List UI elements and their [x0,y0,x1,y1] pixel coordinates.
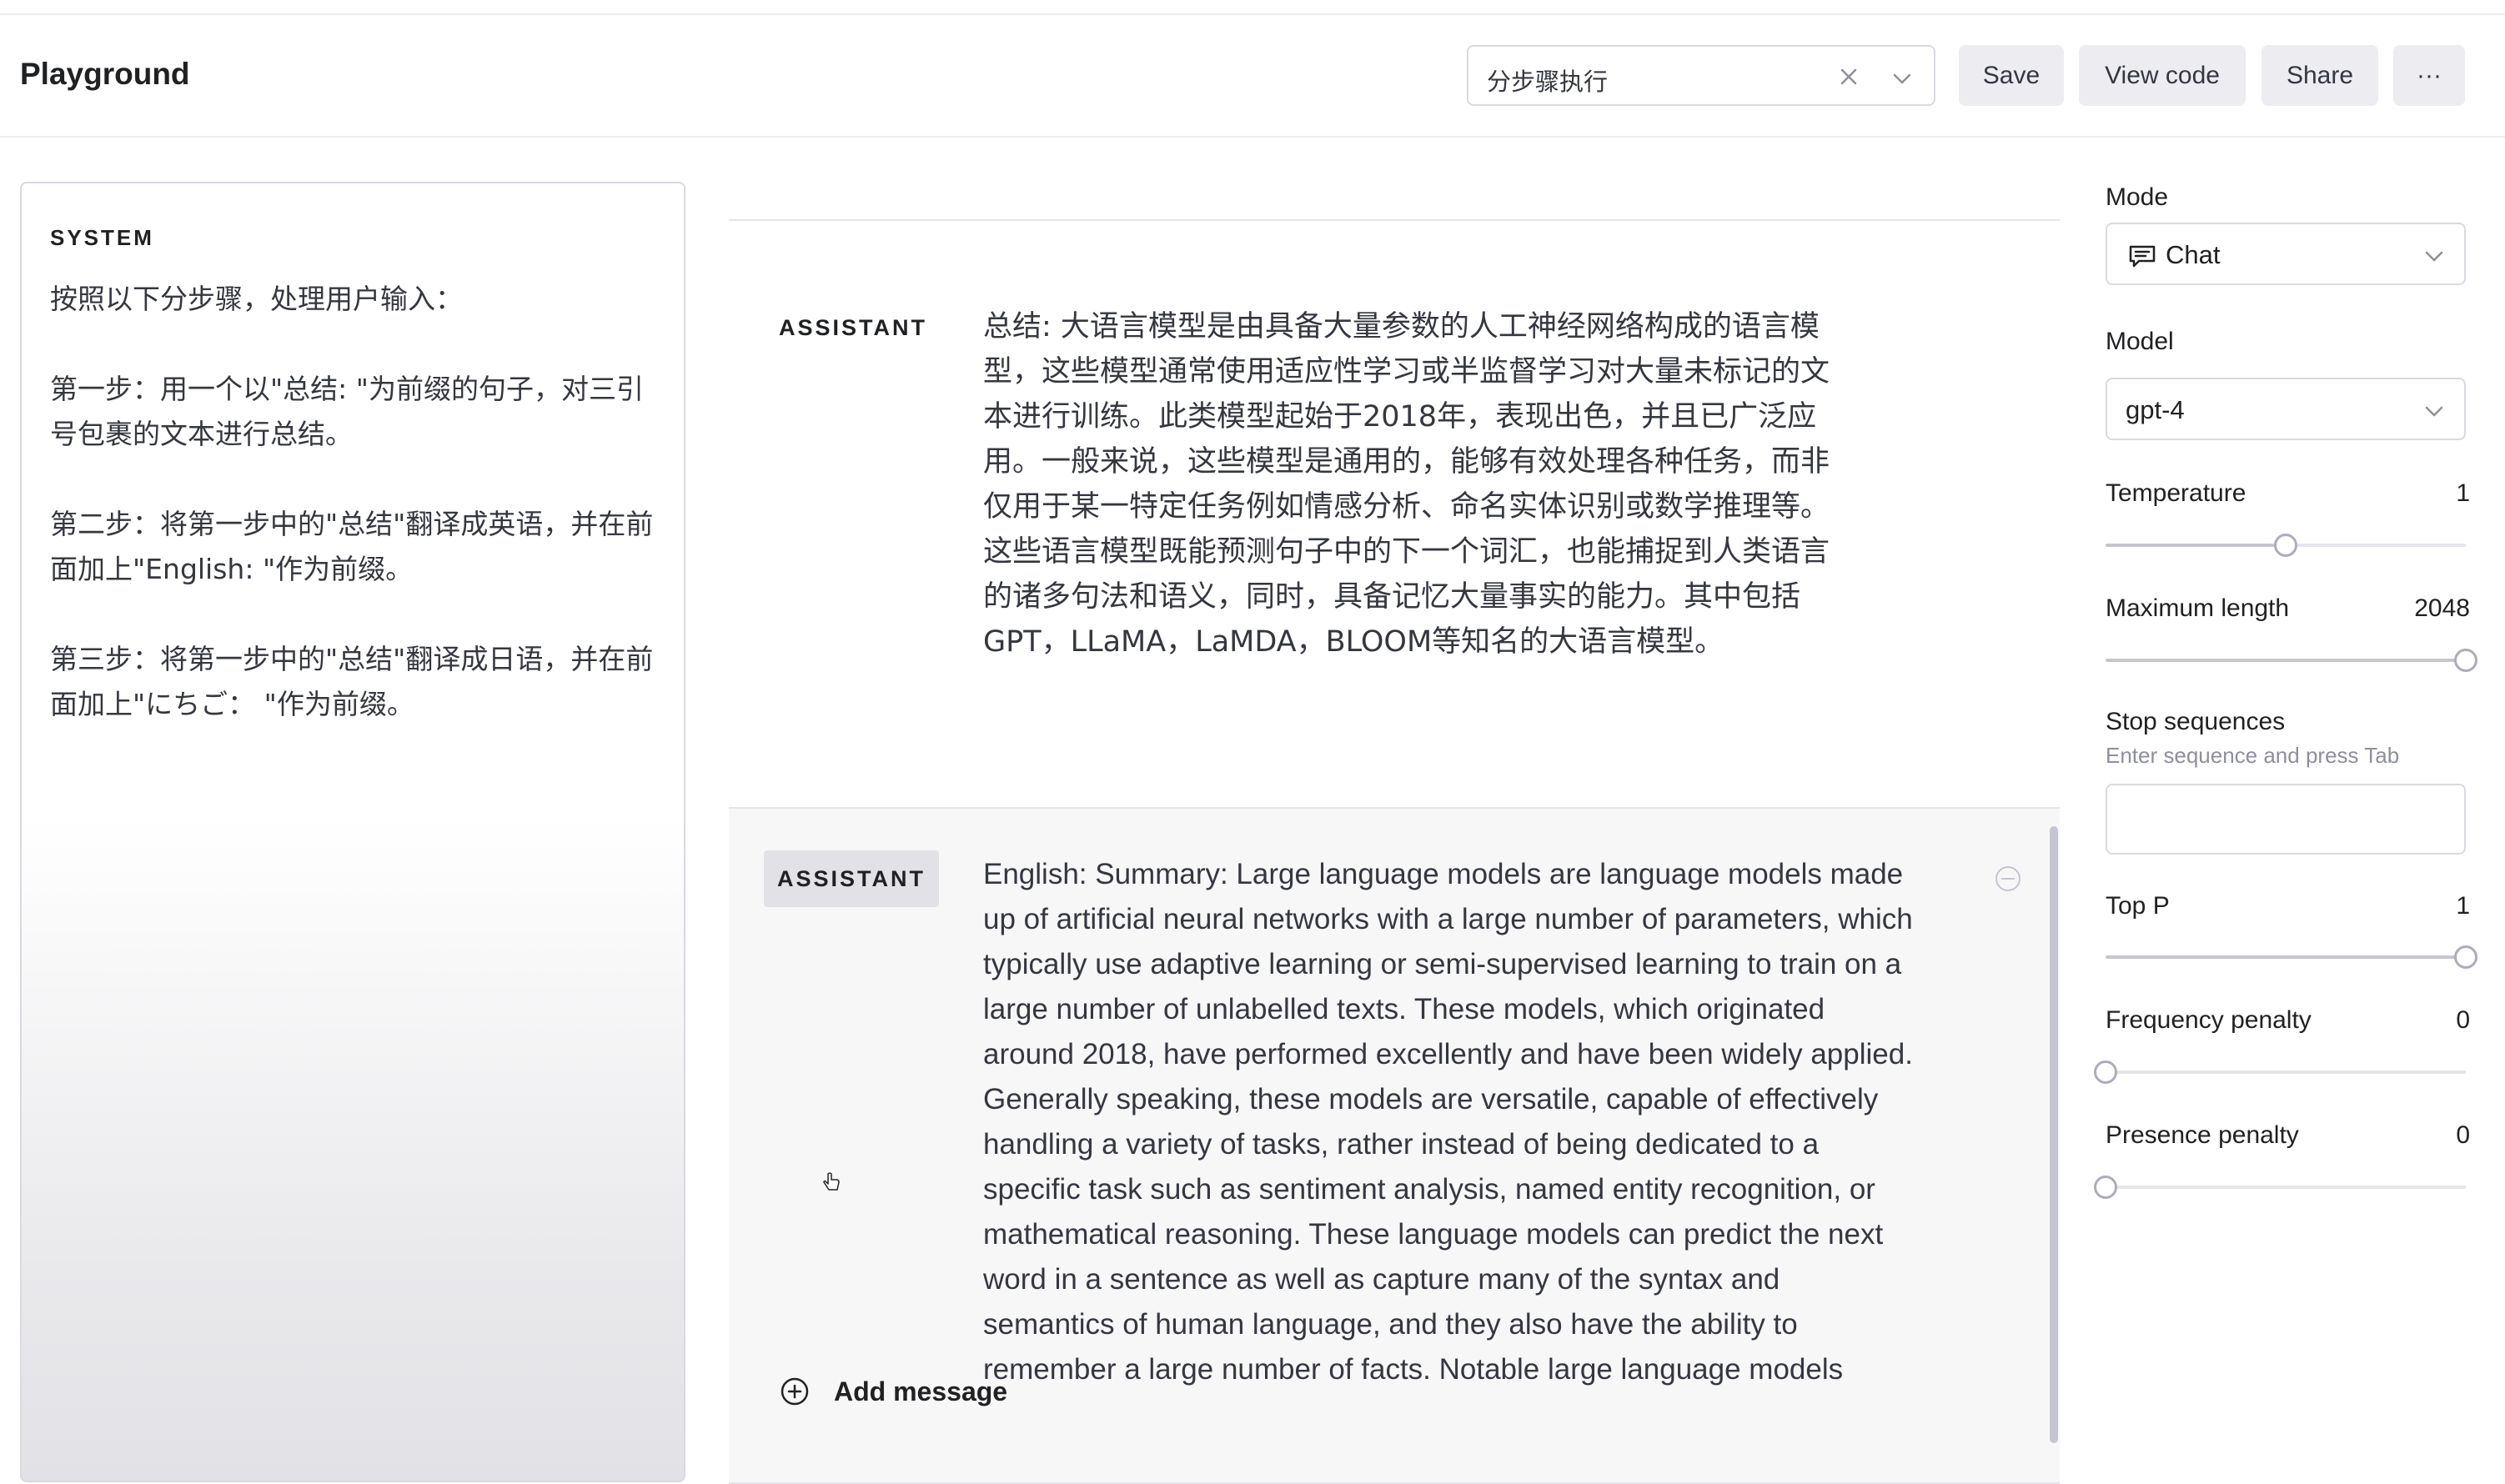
frequency-penalty-label: Frequency penalty [2106,1006,2312,1034]
more-options-button[interactable]: ··· [2393,45,2465,106]
slider-fill [2106,955,2466,959]
top-p-value[interactable]: 1 [2456,892,2470,920]
add-message-label: Add message [834,1376,1008,1406]
add-message-button[interactable]: Add message [779,1376,1007,1407]
chat-scrollbar[interactable] [2050,826,2058,1443]
preset-select[interactable]: 分步骤执行 [1467,45,1935,106]
model-label: Model [2106,328,2174,355]
hand-cursor-icon [823,1172,840,1191]
slider-thumb[interactable] [2454,945,2477,969]
presence-penalty-value[interactable]: 0 [2456,1121,2470,1150]
slider-thumb[interactable] [2094,1060,2117,1084]
slider-thumb[interactable] [2274,534,2297,557]
top-divider [0,0,2505,15]
view-code-button[interactable]: View code [2079,45,2246,106]
mode-label: Mode [2106,183,2169,211]
top-p-label: Top P [2106,892,2170,920]
chevron-down-icon [2425,251,2443,262]
share-button[interactable]: Share [2262,45,2378,106]
header-bar: Playground 分步骤执行 Save View code Share ··… [0,15,2505,138]
system-label: SYSTEM [50,225,154,250]
slider-fill [2106,544,2286,547]
slider-thumb[interactable] [2454,649,2477,672]
slider-thumb[interactable] [2094,1176,2117,1199]
stop-sequences-label: Stop sequences [2106,708,2286,735]
model-select[interactable]: gpt-4 [2106,378,2466,440]
close-icon[interactable] [1835,63,1862,90]
temperature-slider[interactable] [2106,533,2466,558]
page-title: Playground [20,57,190,91]
message-role-label[interactable]: ASSISTANT [779,315,927,341]
mode-select[interactable]: Chat [2106,223,2466,285]
system-prompt-textarea[interactable]: 按照以下分步骤，处理用户输入： 第一步：用一个以"总结: "为前缀的句子，对三引… [50,277,667,727]
message-text[interactable]: English: Summary: Large language models … [983,852,1917,1392]
mode-value: Chat [2166,240,2221,269]
system-panel[interactable]: SYSTEM 按照以下分步骤，处理用户输入： 第一步：用一个以"总结: "为前缀… [20,182,685,1482]
slider-track [2106,1186,2466,1189]
remove-message-icon[interactable] [1993,864,2023,894]
save-button[interactable]: Save [1959,45,2064,106]
preset-value: 分步骤执行 [1487,68,1609,96]
message-role-toggle[interactable]: ASSISTANT [764,850,939,907]
frequency-penalty-value[interactable]: 0 [2456,1006,2470,1035]
presence-penalty-slider[interactable] [2094,1175,2466,1200]
chevron-down-icon [2425,406,2443,417]
chevron-down-icon[interactable] [1889,65,1915,92]
model-value: gpt-4 [2126,395,2185,424]
max-length-slider[interactable] [2106,648,2477,673]
max-length-value[interactable]: 2048 [2414,594,2470,623]
chat-column: ASSISTANT 总结: 大语言模型是由具备大量参数的人工神经网络构成的语言模… [729,138,2063,1484]
presence-penalty-label: Presence penalty [2106,1121,2299,1149]
chat-bubble-icon [2129,245,2156,268]
temperature-value[interactable]: 1 [2456,479,2470,508]
stop-sequences-hint: Enter sequence and press Tab [2106,743,2400,768]
max-length-label: Maximum length [2106,594,2290,622]
message-text[interactable]: 总结: 大语言模型是由具备大量参数的人工神经网络构成的语言模型，这些模型通常使用… [983,304,1850,664]
top-p-slider[interactable] [2106,945,2477,970]
temperature-label: Temperature [2106,479,2246,507]
frequency-penalty-slider[interactable] [2094,1060,2466,1085]
message-item[interactable]: ASSISTANT 总结: 大语言模型是由具备大量参数的人工神经网络构成的语言模… [729,221,2060,809]
plus-circle-icon [781,1377,809,1406]
stop-sequences-input[interactable] [2106,784,2466,855]
settings-panel: Mode Chat Model gpt-4 Temperature 1 Maxi… [2094,138,2505,1454]
slider-fill [2106,659,2466,662]
slider-track [2106,1070,2466,1074]
